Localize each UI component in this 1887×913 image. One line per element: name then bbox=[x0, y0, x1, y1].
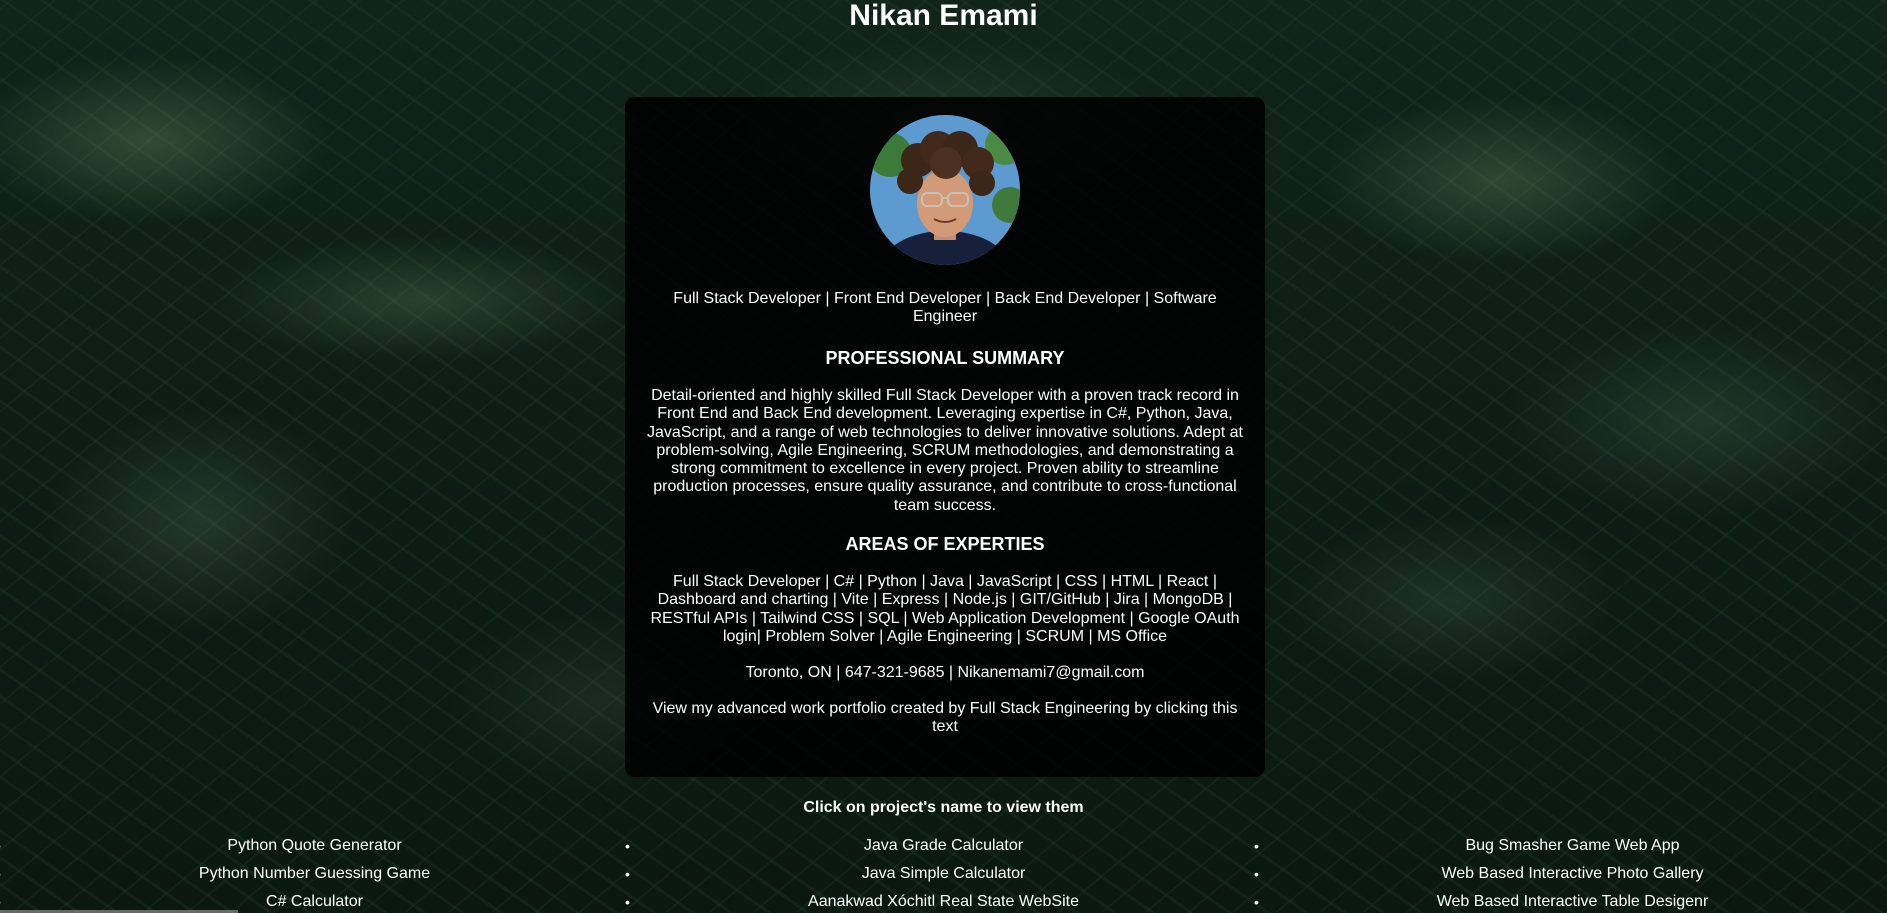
avatar-portrait bbox=[870, 115, 1020, 265]
projects-heading: Click on project's name to view them bbox=[803, 799, 1084, 816]
project-link[interactable]: Bug Smasher Game Web App bbox=[1254, 836, 1887, 864]
project-link[interactable]: Java Grade Calculator bbox=[625, 836, 1258, 864]
project-link[interactable]: Java Simple Calculator bbox=[625, 864, 1258, 892]
page-title: Nikan Emami bbox=[849, 0, 1038, 32]
project-link[interactable]: Python Quote Generator bbox=[0, 836, 629, 864]
project-link[interactable]: Python Number Guessing Game bbox=[0, 864, 629, 892]
project-link[interactable]: Web Based Interactive Photo Gallery bbox=[1254, 864, 1887, 892]
summary-heading: PROFESSIONAL SUMMARY bbox=[825, 348, 1065, 368]
job-titles: Full Stack Developer | Front End Develop… bbox=[673, 290, 1217, 325]
projects-list: Python Quote Generator Python Number Gue… bbox=[0, 836, 1887, 913]
profile-card: Full Stack Developer | Front End Develop… bbox=[625, 97, 1265, 777]
projects-column-1: Python Quote Generator Python Number Gue… bbox=[0, 836, 629, 913]
project-link[interactable]: Aanakwad Xóchitl Real State WebSite bbox=[625, 892, 1258, 913]
expertise-text: Full Stack Developer | C# | Python | Jav… bbox=[650, 573, 1240, 645]
portfolio-link[interactable]: View my advanced work portfolio created … bbox=[645, 700, 1245, 736]
contact-info: Toronto, ON | 647-321-9685 | Nikanemami7… bbox=[745, 664, 1145, 681]
projects-column-2: Java Grade Calculator Java Simple Calcul… bbox=[625, 836, 1258, 913]
projects-column-3: Bug Smasher Game Web App Web Based Inter… bbox=[1254, 836, 1887, 913]
summary-text: Detail-oriented and highly skilled Full … bbox=[647, 387, 1243, 514]
project-link[interactable]: Web Based Interactive Table Desigenr bbox=[1254, 892, 1887, 913]
expertise-heading: AREAS OF EXPERTIES bbox=[845, 534, 1045, 554]
page-content: Nikan Emami Full Stack Developer | Front… bbox=[0, 0, 1887, 913]
avatar bbox=[870, 115, 1020, 265]
